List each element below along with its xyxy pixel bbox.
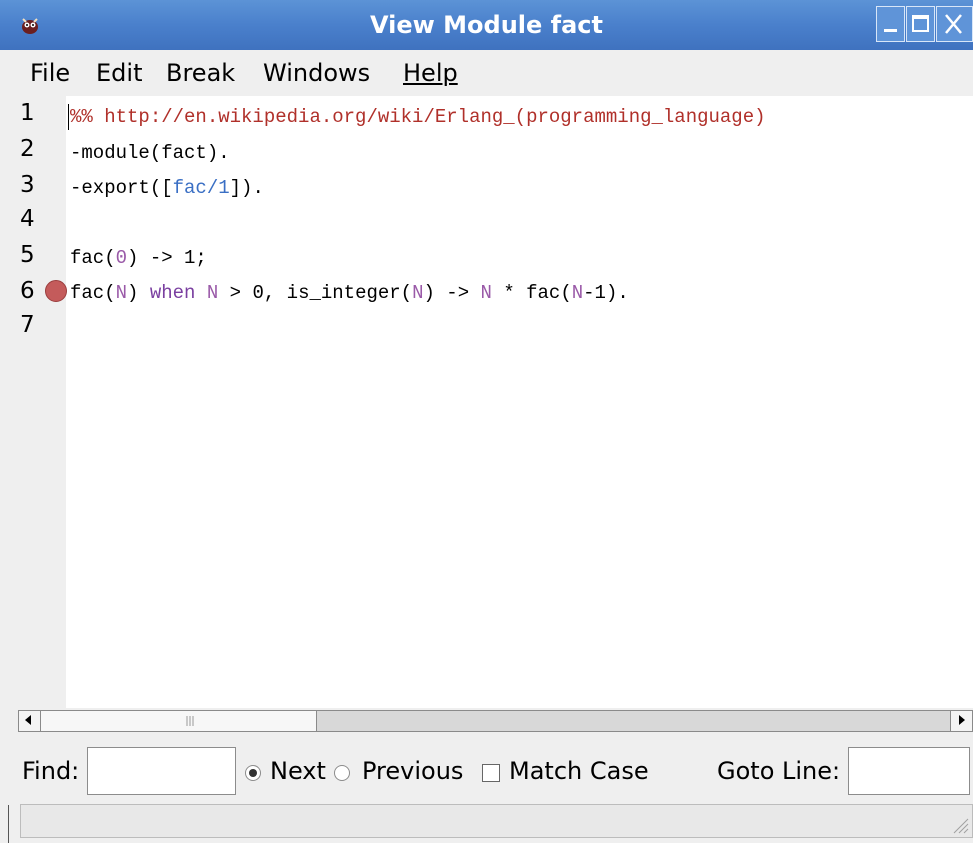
title-bar[interactable]: View Module fact xyxy=(0,0,973,50)
code-line-2: -module(fact). xyxy=(70,142,230,164)
find-input[interactable] xyxy=(87,747,236,795)
menu-file[interactable]: File xyxy=(30,50,70,96)
grip-icon xyxy=(186,716,194,726)
code-token: -module(fact). xyxy=(70,142,230,164)
arrow-left-icon xyxy=(25,715,31,725)
horizontal-scrollbar[interactable] xyxy=(18,710,973,732)
close-button[interactable] xyxy=(936,6,973,42)
find-bar: Find: Next Previous Match Case Goto Line… xyxy=(0,735,973,807)
code-token: fac( xyxy=(70,247,116,269)
code-token: fac/1 xyxy=(172,177,230,199)
code-token: N xyxy=(115,282,128,304)
line-number: 3 xyxy=(20,172,35,198)
goto-line-label: Goto Line: xyxy=(717,757,841,785)
match-case-checkbox[interactable] xyxy=(482,764,500,782)
code-token: when xyxy=(149,282,196,304)
menu-edit[interactable]: Edit xyxy=(96,50,142,96)
goto-line-input[interactable] xyxy=(848,747,970,795)
code-token: %% http://en.wikipedia.org/wiki/Erlang_(… xyxy=(70,106,766,128)
view-module-window: View Module fact File Edit Break Windows… xyxy=(0,0,973,843)
code-token: N xyxy=(571,282,584,304)
previous-label[interactable]: Previous xyxy=(362,757,463,785)
code-line-1: %% http://en.wikipedia.org/wiki/Erlang_(… xyxy=(70,106,766,128)
code-token: ) -> xyxy=(423,282,481,304)
find-label: Find: xyxy=(22,757,80,785)
resize-grip-icon[interactable] xyxy=(946,811,970,835)
scroll-right-button[interactable] xyxy=(950,711,972,731)
code-token: ) xyxy=(127,282,150,304)
maximize-icon xyxy=(912,15,929,32)
next-label[interactable]: Next xyxy=(270,757,326,785)
menu-windows[interactable]: Windows xyxy=(263,50,370,96)
window-title: View Module fact xyxy=(369,11,603,39)
next-radio[interactable] xyxy=(245,765,261,781)
code-token: -1). xyxy=(583,282,629,304)
previous-radio[interactable] xyxy=(334,765,350,781)
close-icon xyxy=(945,14,962,34)
line-number: 7 xyxy=(20,312,35,338)
code-token: fac( xyxy=(70,282,116,304)
maximize-button[interactable] xyxy=(906,6,935,42)
left-border xyxy=(8,805,9,843)
line-number: 5 xyxy=(20,242,35,268)
line-number: 1 xyxy=(20,100,35,126)
code-token: > 0, is_integer( xyxy=(218,282,413,304)
scrollbar-thumb[interactable] xyxy=(41,711,317,731)
code-token: 0 xyxy=(115,247,128,269)
menu-help[interactable]: Help xyxy=(403,50,458,96)
code-token: N xyxy=(412,282,424,304)
breakpoint-marker[interactable] xyxy=(45,280,67,302)
code-token: -export([ xyxy=(70,177,173,199)
code-token: ) -> 1; xyxy=(127,247,207,269)
code-token: N xyxy=(480,282,492,304)
code-line-3: -export([fac/1]). xyxy=(70,177,264,199)
text-cursor xyxy=(68,104,69,130)
status-bar xyxy=(20,804,973,838)
line-number: 6 xyxy=(20,278,35,304)
menu-break[interactable]: Break xyxy=(166,50,235,96)
code-token: * fac( xyxy=(491,282,572,304)
minimize-button[interactable] xyxy=(876,6,905,42)
line-number-gutter[interactable]: 1 2 3 4 5 6 7 xyxy=(10,96,67,708)
menu-bar: File Edit Break Windows Help xyxy=(0,50,973,96)
arrow-right-icon xyxy=(959,715,965,725)
scroll-left-button[interactable] xyxy=(19,711,41,731)
line-number: 4 xyxy=(20,206,35,232)
minimize-icon xyxy=(884,29,897,32)
code-line-5: fac(0) -> 1; xyxy=(70,247,207,269)
match-case-label[interactable]: Match Case xyxy=(509,757,649,785)
code-line-6: fac(N) when N > 0, is_integer(N) -> N * … xyxy=(70,282,629,304)
code-token: N xyxy=(206,282,219,304)
code-token: ]). xyxy=(229,177,264,199)
code-text-area[interactable]: %% http://en.wikipedia.org/wiki/Erlang_(… xyxy=(66,96,973,708)
code-editor[interactable]: 1 2 3 4 5 6 7 %% http://en.wikipedia.org… xyxy=(10,96,973,708)
line-number: 2 xyxy=(20,136,35,162)
